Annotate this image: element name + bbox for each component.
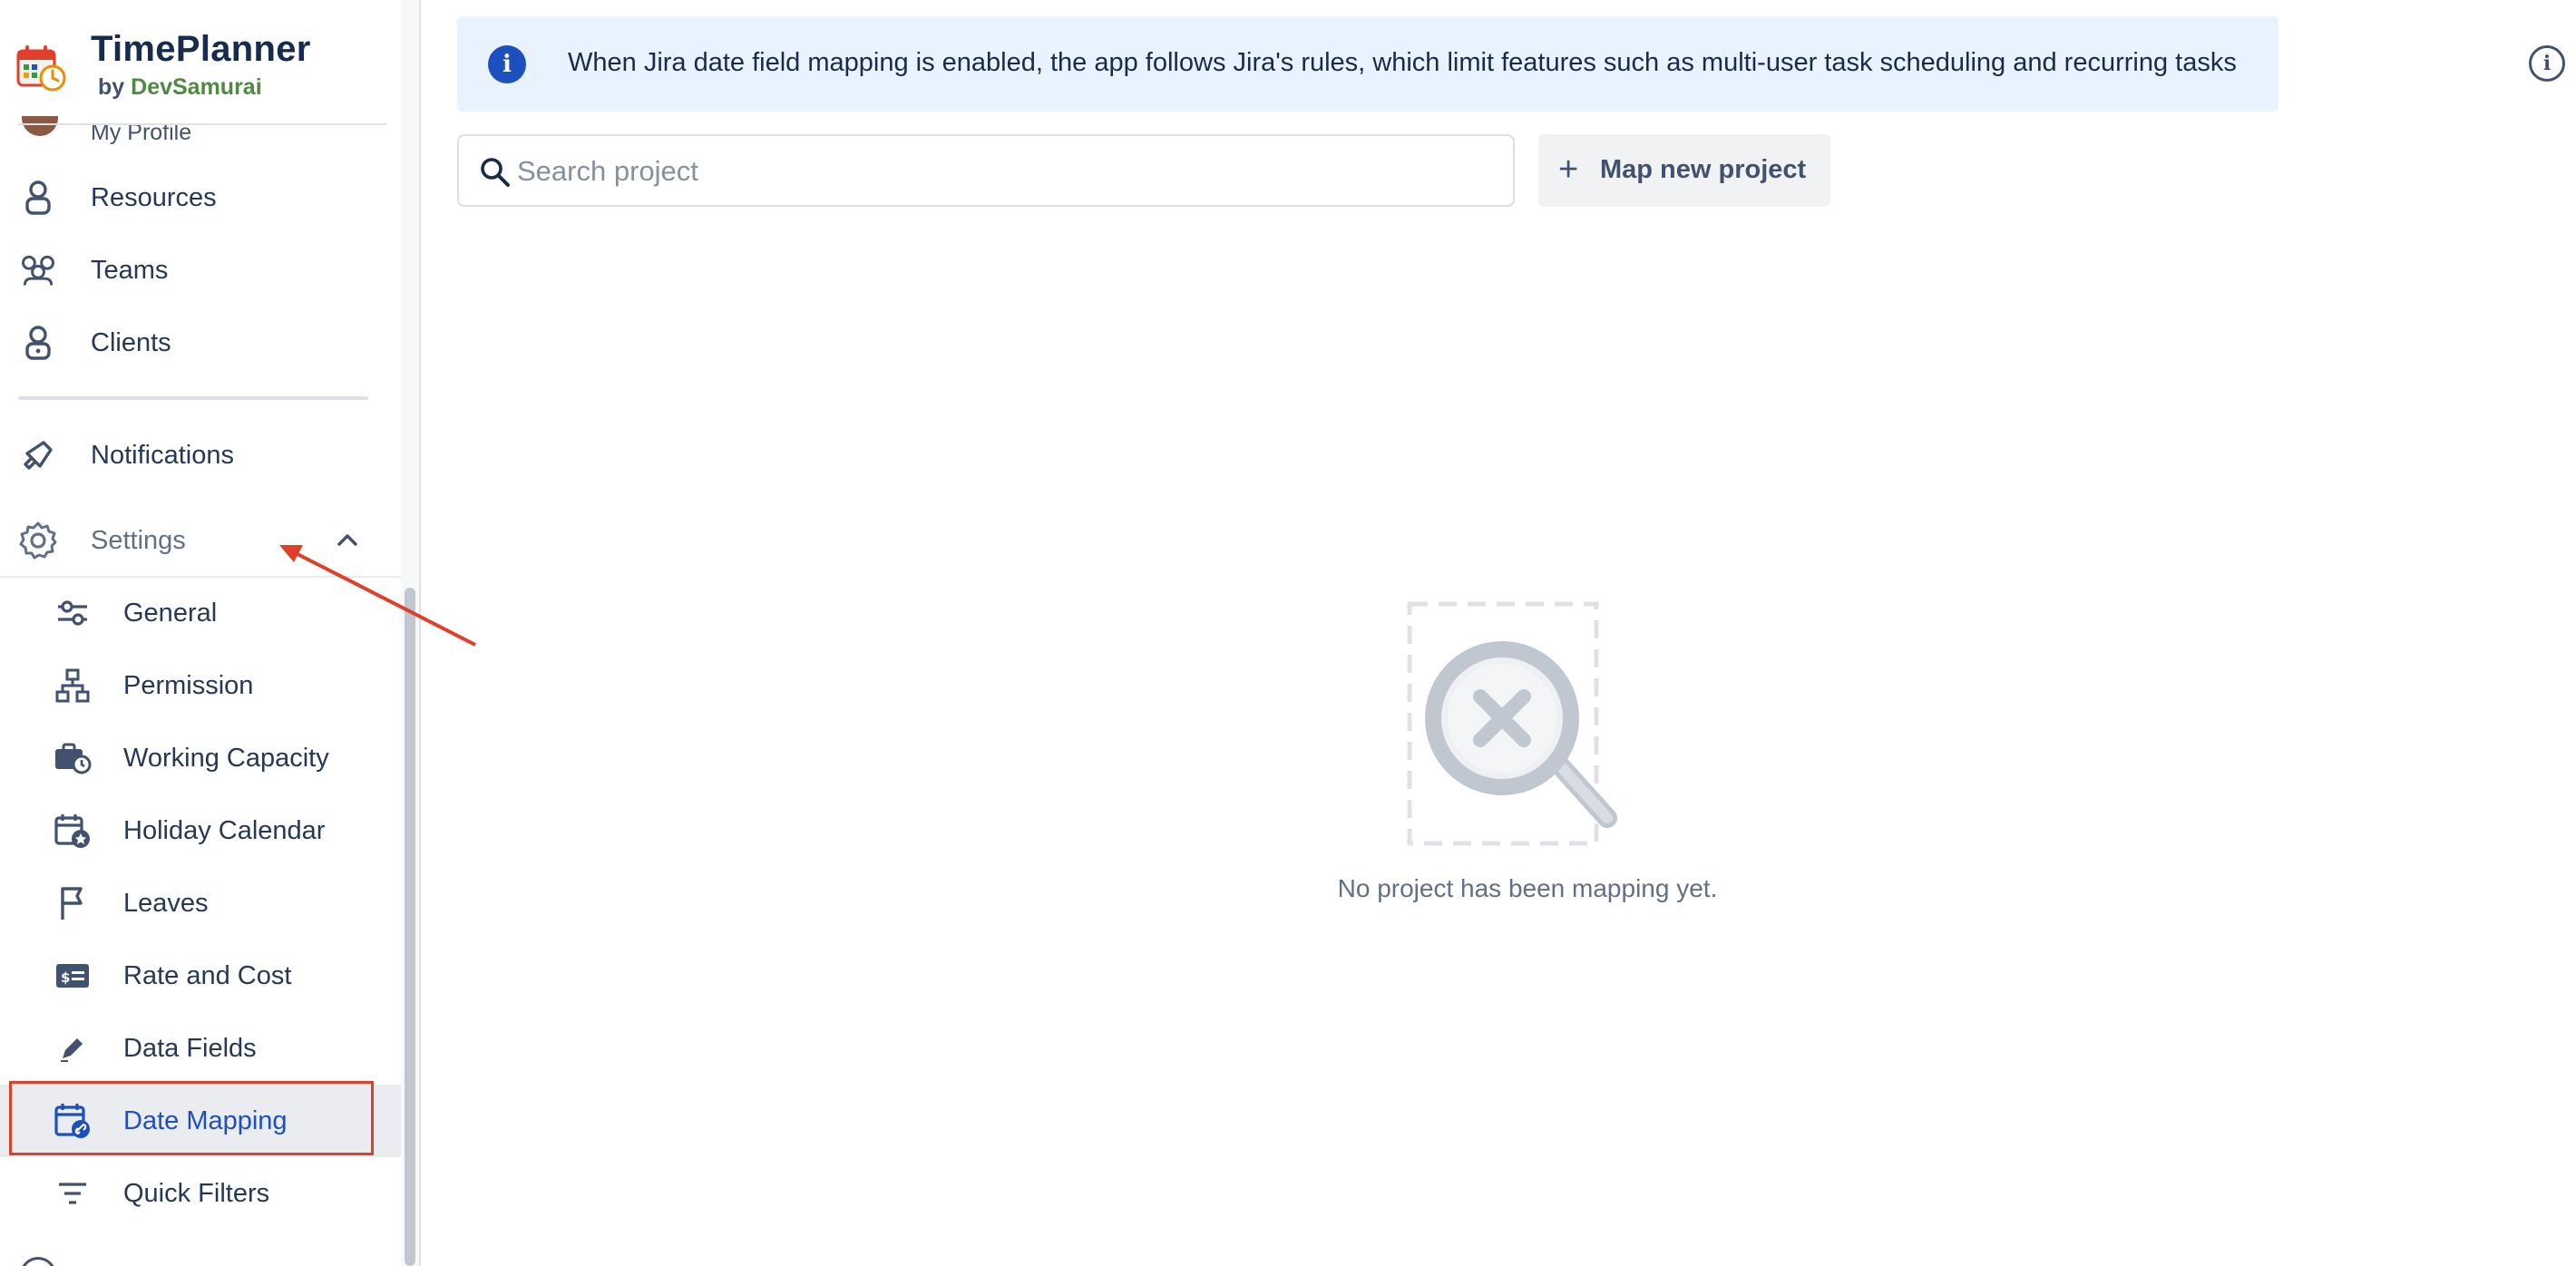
briefcase-clock-icon xyxy=(53,740,93,776)
info-icon: i xyxy=(488,45,526,83)
empty-state-message: No project has been mapping yet. xyxy=(1337,874,1718,902)
avatar[interactable] xyxy=(22,116,58,136)
search-icon xyxy=(481,158,510,187)
flag-icon xyxy=(53,885,93,921)
help-info-icon[interactable]: i xyxy=(2529,45,2565,82)
sidebar-item-label: Leaves xyxy=(123,888,209,918)
svg-text:$: $ xyxy=(61,969,70,986)
map-new-project-label: Map new project xyxy=(1600,155,1807,184)
person-lock-icon xyxy=(18,180,58,216)
sidebar-item-label: Quick Filters xyxy=(123,1178,270,1208)
sidebar-item-label: Clients xyxy=(91,327,171,357)
sidebar-item-data-fields[interactable]: Data Fields xyxy=(0,1012,401,1085)
sidebar-item-teams[interactable]: Teams xyxy=(0,234,401,307)
sidebar-item-working-capacity[interactable]: Working Capacity xyxy=(0,722,401,794)
sliders-icon xyxy=(53,595,93,631)
brand-by-prefix: by xyxy=(98,74,125,100)
sidebar-item-general[interactable]: General xyxy=(0,577,401,649)
section-divider xyxy=(18,396,368,400)
calendar-star-icon xyxy=(53,813,93,849)
sidebar-item-quick-filters[interactable]: Quick Filters xyxy=(0,1157,401,1230)
chevron-up-icon[interactable] xyxy=(336,528,359,551)
search-input[interactable] xyxy=(517,149,1497,194)
main-content: i When Jira date field mapping is enable… xyxy=(421,0,2576,1266)
brand-company: DevSamurai xyxy=(131,74,262,100)
sidebar-item-notifications[interactable]: Notifications xyxy=(0,419,401,492)
sidebar-item-label: Notifications xyxy=(91,440,234,470)
annotation-highlight-box xyxy=(9,1081,374,1155)
sidebar-item-rate-and-cost[interactable]: $ Rate and Cost xyxy=(0,940,401,1012)
brand-divider xyxy=(18,123,386,125)
sidebar-item-label: Permission xyxy=(123,670,254,700)
sidebar-item-leaves[interactable]: Leaves xyxy=(0,867,401,940)
brand-header: TimePlanner by DevSamurai xyxy=(16,27,388,127)
money-card-icon: $ xyxy=(53,958,93,994)
hierarchy-icon xyxy=(53,667,93,704)
megaphone-icon xyxy=(18,437,58,473)
timeplanner-logo-icon xyxy=(16,45,66,92)
sidebar-item-label: Holiday Calendar xyxy=(123,815,326,845)
search-field[interactable] xyxy=(457,134,1515,207)
sidebar-item-label: Teams xyxy=(91,255,169,285)
plus-icon: + xyxy=(1558,151,1579,189)
sidebar-scrollbar-thumb[interactable] xyxy=(405,588,415,1266)
info-banner-text: When Jira date field mapping is enabled,… xyxy=(568,48,2237,77)
brand-title: TimePlanner xyxy=(91,29,311,69)
pencil-icon xyxy=(53,1030,93,1066)
sidebar-item-permission[interactable]: Permission xyxy=(0,649,401,722)
people-group-icon xyxy=(18,252,58,288)
sidebar-item-holiday-calendar[interactable]: Holiday Calendar xyxy=(0,794,401,867)
sidebar-item-resources[interactable]: Resources xyxy=(0,161,401,234)
brand-byline: by DevSamurai xyxy=(98,74,262,101)
sidebar-item-label: General xyxy=(123,598,218,628)
sidebar: TimePlanner by DevSamurai My Profile Res… xyxy=(0,0,401,1266)
sidebar-item-label: Resources xyxy=(91,182,217,212)
partial-nav-icon xyxy=(20,1257,56,1266)
info-banner: i When Jira date field mapping is enable… xyxy=(457,16,2278,112)
gear-icon xyxy=(18,521,58,560)
sidebar-item-label: Settings xyxy=(91,525,186,555)
sidebar-item-label: Data Fields xyxy=(123,1033,257,1063)
empty-search-illustration-icon xyxy=(1407,601,1617,846)
map-new-project-button[interactable]: + Map new project xyxy=(1538,134,1830,207)
filter-lines-icon xyxy=(53,1175,93,1212)
client-lock-icon xyxy=(18,325,58,361)
sidebar-item-label: Working Capacity xyxy=(123,743,329,773)
sidebar-item-label: Rate and Cost xyxy=(123,960,292,990)
sidebar-item-clients[interactable]: Clients xyxy=(0,307,401,379)
